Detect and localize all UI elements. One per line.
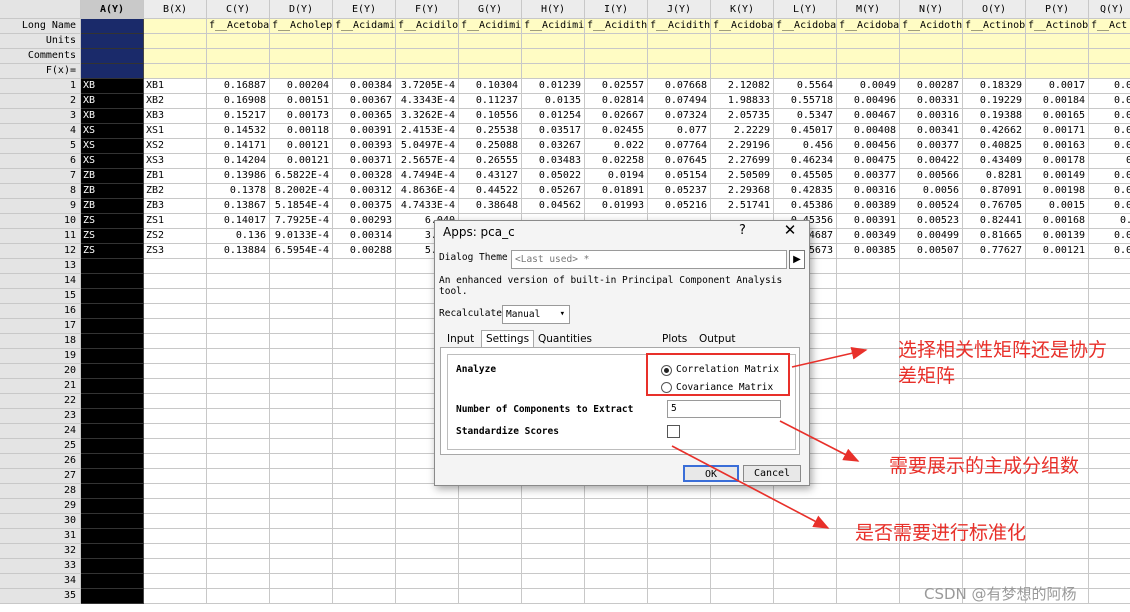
annotation-components: 需要展示的主成分组数: [889, 455, 1080, 477]
annotation-matrix-choice: 选择相关性矩阵还是协方差矩阵: [898, 339, 1108, 387]
watermark: CSDN @有梦想的阿杨: [924, 585, 1077, 603]
arrow-components: [779, 420, 860, 462]
arrow-standardize: [671, 445, 830, 529]
arrow-matrix: [791, 346, 868, 368]
annotation-standardize: 是否需要进行标准化: [855, 522, 1027, 544]
